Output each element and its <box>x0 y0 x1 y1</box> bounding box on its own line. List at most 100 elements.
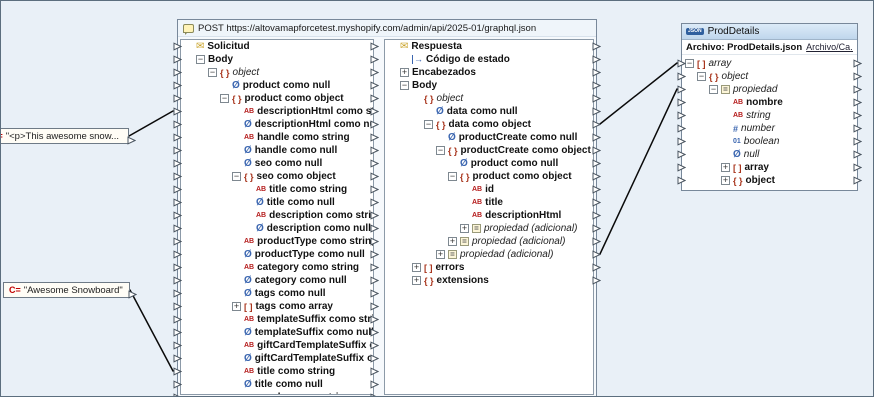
tree-node[interactable]: +=propiedad (adicional) <box>385 235 593 248</box>
connector-triangle[interactable] <box>370 131 379 144</box>
tree-node[interactable]: Øproductcomo null <box>181 79 373 92</box>
tree-node[interactable]: ABstring <box>682 109 857 122</box>
connector-triangle[interactable] <box>173 313 182 326</box>
collapse-icon[interactable]: − <box>697 72 706 81</box>
connector-triangle[interactable] <box>173 365 182 378</box>
tree-node[interactable]: ABnombre <box>682 96 857 109</box>
connector-triangle[interactable] <box>677 161 686 174</box>
tree-node[interactable]: ABhandlecomo string <box>181 131 373 144</box>
tree-node[interactable]: +{ }extensions <box>385 274 593 287</box>
connector-triangle[interactable] <box>370 339 379 352</box>
tree-node[interactable]: +=propiedad (adicional) <box>385 222 593 235</box>
connector-triangle[interactable] <box>370 300 379 313</box>
tree-node[interactable]: ABcategorycomo string <box>181 261 373 274</box>
tree-node[interactable]: ØproductCreatecomo null <box>385 131 593 144</box>
connector-triangle[interactable] <box>677 70 686 83</box>
connector-triangle[interactable] <box>370 274 379 287</box>
connector-triangle[interactable] <box>173 378 182 391</box>
connector-triangle[interactable] <box>592 66 601 79</box>
connector-triangle[interactable] <box>592 170 601 183</box>
component-header[interactable]: POST https://altovamapforcetest.myshopif… <box>178 20 596 37</box>
connector-triangle[interactable] <box>370 79 379 92</box>
connector-triangle[interactable] <box>592 183 601 196</box>
connector-triangle[interactable] <box>592 209 601 222</box>
connector-triangle[interactable] <box>173 339 182 352</box>
tree-node[interactable]: −{ }productcomo object <box>181 92 373 105</box>
connector-triangle[interactable] <box>370 209 379 222</box>
connector-triangle[interactable] <box>173 118 182 131</box>
connector-triangle[interactable] <box>173 53 182 66</box>
connector-triangle[interactable] <box>370 118 379 131</box>
expand-icon[interactable]: + <box>232 302 241 311</box>
connector-triangle[interactable] <box>370 183 379 196</box>
connector-triangle[interactable] <box>173 300 182 313</box>
tree-node[interactable]: Ødatacomo null <box>385 105 593 118</box>
tree-node[interactable]: ABvendorcomo string <box>181 391 373 394</box>
tree-node[interactable]: +{ }object <box>682 174 857 187</box>
tree-node[interactable]: Øcategorycomo null <box>181 274 373 287</box>
expand-icon[interactable]: + <box>460 224 469 233</box>
connector-triangle[interactable] <box>592 196 601 209</box>
tree-node[interactable]: −=propiedad <box>682 83 857 96</box>
tree-node[interactable]: ✉Solicitud <box>181 40 373 53</box>
tree-node[interactable]: ✉Respuesta <box>385 40 593 53</box>
connector-triangle[interactable] <box>853 109 862 122</box>
connector-triangle[interactable] <box>592 131 601 144</box>
tree-node[interactable]: ABtitlecomo string <box>181 365 373 378</box>
tree-node[interactable]: Ønull <box>682 148 857 161</box>
connector-triangle[interactable] <box>853 96 862 109</box>
json-target-component[interactable]: JSON ProdDetails Archivo: ProdDetails.js… <box>681 23 858 191</box>
tree-node[interactable]: −{ }object <box>181 66 373 79</box>
expand-icon[interactable]: + <box>412 276 421 285</box>
connector-triangle[interactable] <box>173 157 182 170</box>
connector-triangle[interactable] <box>853 148 862 161</box>
connector-triangle[interactable] <box>370 248 379 261</box>
tree-node[interactable]: ØgiftCardTemplateSuffixcomo null <box>181 352 373 365</box>
connector-triangle[interactable] <box>853 122 862 135</box>
connector-triangle[interactable] <box>592 92 601 105</box>
connector-triangle[interactable] <box>592 261 601 274</box>
tree-node[interactable]: Øtagscomo null <box>181 287 373 300</box>
connector-triangle[interactable] <box>370 196 379 209</box>
connector-triangle[interactable] <box>370 53 379 66</box>
constant-component[interactable]: C= "Awesome Snowboard" <box>3 282 130 298</box>
tree-node[interactable]: ABdescriptioncomo string <box>181 209 373 222</box>
collapse-icon[interactable]: − <box>685 59 694 68</box>
collapse-icon[interactable]: − <box>208 68 217 77</box>
tree-node[interactable]: +[ ]array <box>682 161 857 174</box>
connection-line[interactable] <box>600 63 677 124</box>
connector-triangle[interactable] <box>370 391 379 397</box>
tree-node[interactable]: Øproductcomo null <box>385 157 593 170</box>
tree-node[interactable]: ØproductTypecomo null <box>181 248 373 261</box>
connector-triangle[interactable] <box>592 79 601 92</box>
tree-node[interactable]: +Encabezados <box>385 66 593 79</box>
connector-triangle[interactable] <box>592 274 601 287</box>
connector-triangle[interactable] <box>173 391 182 397</box>
expand-icon[interactable]: + <box>448 237 457 246</box>
tree-node[interactable]: ØtemplateSuffixcomo null <box>181 326 373 339</box>
connector-triangle[interactable] <box>173 144 182 157</box>
connector-triangle[interactable] <box>592 222 601 235</box>
collapse-icon[interactable]: − <box>400 81 409 90</box>
tree-node[interactable]: #number <box>682 122 857 135</box>
tree-node[interactable]: −{ }productcomo object <box>385 170 593 183</box>
tree-node[interactable]: { }object <box>385 92 593 105</box>
collapse-icon[interactable]: − <box>448 172 457 181</box>
tree-node[interactable]: +=propiedad (adicional) <box>385 248 593 261</box>
connector-triangle[interactable] <box>370 157 379 170</box>
tree-node[interactable]: ABdescriptionHtmlcomo string <box>181 105 373 118</box>
tree-node[interactable]: 01boolean <box>682 135 857 148</box>
connector-triangle[interactable] <box>370 92 379 105</box>
web-service-component[interactable]: POST https://altovamapforcetest.myshopif… <box>177 19 597 397</box>
tree-node[interactable]: −Body <box>385 79 593 92</box>
connector-triangle[interactable] <box>173 79 182 92</box>
tree-node[interactable]: ABproductTypecomo string <box>181 235 373 248</box>
connector-triangle[interactable] <box>173 222 182 235</box>
tree-node[interactable]: −{ }datacomo object <box>385 118 593 131</box>
connector-triangle[interactable] <box>370 170 379 183</box>
connector-triangle[interactable] <box>173 131 182 144</box>
tree-node[interactable]: ABtitle <box>385 196 593 209</box>
expand-icon[interactable]: + <box>436 250 445 259</box>
connector-triangle[interactable] <box>853 83 862 96</box>
connector-triangle[interactable] <box>677 148 686 161</box>
